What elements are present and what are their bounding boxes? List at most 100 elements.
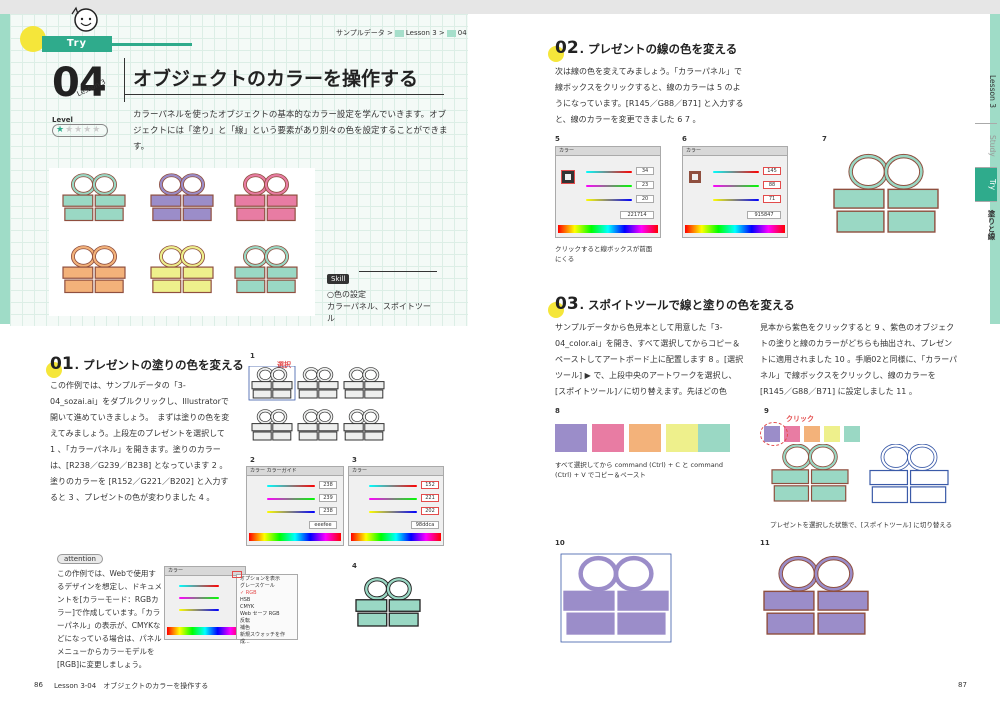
section-03-heading: 03. スポイトツールで線と塗りの色を変える: [555, 294, 795, 314]
page-title: オブジェクトのカラーを操作する: [133, 68, 419, 90]
gift-icon: [251, 409, 293, 441]
skill-tag: Skill: [327, 274, 350, 284]
swatch-purple: [555, 424, 587, 452]
gift-icon: [297, 409, 339, 441]
g-value[interactable]: 23: [636, 181, 654, 189]
gift-icon: [297, 367, 339, 399]
menu-item[interactable]: 補色: [240, 625, 294, 632]
gift-icon: [771, 444, 849, 502]
gift-grid: [49, 168, 315, 316]
figure-number: 6: [682, 135, 687, 143]
menu-item[interactable]: ✓ RGB: [240, 590, 294, 597]
gift-icon: [62, 173, 126, 222]
sidebar-study: Study: [975, 124, 997, 168]
section-02-heading: 02. プレゼントの線の色を変える: [555, 38, 738, 58]
try-underline: [112, 43, 192, 46]
figure-number: 10: [555, 539, 565, 547]
hex-value[interactable]: 221714: [620, 211, 654, 219]
try-tag: Try: [42, 36, 112, 52]
skill-box: Skill ○色の設定 カラーパネル、スポイトツール: [327, 266, 437, 325]
menu-highlight: [232, 571, 242, 578]
figure-number: 4: [352, 562, 357, 570]
figure-1: [248, 366, 385, 441]
g-value[interactable]: 221: [421, 494, 439, 502]
figure-note: クリック: [786, 415, 814, 423]
attention-text: この作例では、Webで使用するデザインを想定し、ドキュメントを[カラーモード：R…: [57, 569, 162, 669]
section-01-body: この作例では、サンプルデータの「3-04_sozai.ai」をダブルクリックし、…: [50, 381, 230, 502]
sidebar-topic: 塗りと線: [987, 210, 996, 240]
level-label: Level: [52, 116, 73, 124]
chapter-sidebar: Lesson 3 Study Try 塗りと線: [975, 60, 997, 248]
gift-icon: [763, 555, 869, 635]
attention-tag: attention: [57, 554, 103, 564]
menu-item[interactable]: CMYK: [240, 604, 294, 611]
footer-right-page: 87: [958, 681, 967, 689]
sidebar-lesson: Lesson 3: [975, 60, 997, 124]
stroke-box[interactable]: [561, 170, 575, 184]
menu-item[interactable]: HSB: [240, 597, 294, 604]
menu-item[interactable]: 新規スウォッチを作成...: [240, 632, 294, 646]
menu-item[interactable]: グレースケール: [240, 583, 294, 590]
swatch-orange: [804, 426, 820, 442]
swatch-yellow: [824, 426, 840, 442]
panel-menu[interactable]: オプションを表示 グレースケール ✓ RGB HSB CMYK Web セーフ RGB 反転…: [236, 574, 298, 645]
section-03-body-left: サンプルデータから色見本として用意した「3-04_color.ai」を開き、すべ…: [555, 323, 744, 396]
r-value[interactable]: 238: [319, 481, 337, 489]
hex-value[interactable]: 98ddca: [411, 521, 439, 529]
color-panel-2: カラー カラーガイド 238 239 238 eeefee: [246, 466, 344, 546]
skill-line1: ○色の設定: [327, 290, 366, 299]
figure-4-gift: [355, 577, 421, 627]
footer-left-page: 86: [34, 681, 43, 689]
gift-icon: [150, 245, 214, 294]
intro-text: カラーパネルを使ったオブジェクトの基本的なカラー設定を学んでいきます。オブジェク…: [133, 110, 448, 152]
color-panel-3: カラー 152 221 202 98ddca: [348, 466, 444, 546]
r-value[interactable]: 34: [636, 167, 654, 175]
section-03-body-right: 見本から紫色をクリックすると 9 、紫色のオブジェクトの塗りと線のカラーがどちら…: [760, 323, 958, 396]
section-01-heading: 01. プレゼントの塗りの色を変える: [50, 354, 244, 374]
gift-icon: [869, 444, 949, 504]
color-panel-6: カラー 145 88 71 915847: [682, 146, 788, 238]
r-value[interactable]: 152: [421, 481, 439, 489]
figure-5-caption: クリックすると線ボックスが前面にくる: [555, 245, 653, 263]
b-value[interactable]: 202: [421, 507, 439, 515]
gift-icon: [251, 367, 293, 399]
b-value[interactable]: 20: [636, 195, 654, 203]
level-rating: ★★★★★: [52, 124, 108, 137]
g-value[interactable]: 239: [319, 494, 337, 502]
figure-9-caption: プレゼントを選択した状態で、[スポイトツール] に切り替える: [770, 521, 953, 529]
gift-icon: [150, 173, 214, 222]
g-value[interactable]: 88: [763, 181, 781, 189]
hex-value[interactable]: 915847: [747, 211, 781, 219]
footer-left-text: Lesson 3-04 オブジェクトのカラーを操作する: [54, 682, 209, 690]
breadcrumb: サンプルデータ > Lesson 3 >04: [336, 29, 467, 37]
menu-item[interactable]: Web セーフ RGB: [240, 611, 294, 618]
b-value[interactable]: 71: [763, 195, 781, 203]
sidebar-try: Try: [975, 168, 997, 202]
menu-item[interactable]: 反転: [240, 618, 294, 625]
gift-icon: [355, 577, 421, 627]
character-icon: [71, 6, 98, 32]
section-02-body: 次は線の色を変えてみましょう。「カラーパネル」で線ボックスをクリックすると、線の…: [555, 67, 744, 124]
click-highlight: [760, 422, 788, 446]
menu-item[interactable]: オプションを表示: [240, 576, 294, 583]
stroke-box[interactable]: [689, 171, 701, 183]
attention-box: attention この作例では、Webで使用するデザインを想定し、ドキュメント…: [57, 546, 162, 671]
gift-icon: [563, 555, 669, 635]
b-value[interactable]: 238: [319, 507, 337, 515]
figure-7-gift: [833, 153, 939, 233]
gift-icon: [833, 153, 939, 233]
figure-10-gift: [560, 553, 672, 643]
title-divider: [124, 58, 125, 102]
figure-number: 2: [250, 456, 255, 464]
gift-icon: [234, 173, 298, 222]
figure-9-gift: [771, 444, 849, 502]
r-value[interactable]: 145: [763, 167, 781, 175]
figure-number: 11: [760, 539, 770, 547]
figure-number: 3: [352, 456, 357, 464]
figure-11-gift: [763, 555, 869, 635]
hex-value[interactable]: eeefee: [309, 521, 337, 529]
figure-9-gift-selected: [869, 444, 949, 504]
gift-icon: [62, 245, 126, 294]
gift-icon: [343, 409, 385, 441]
panel-header: カラー: [349, 467, 443, 476]
